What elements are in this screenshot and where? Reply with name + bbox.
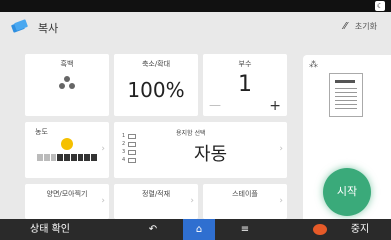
color-mode-tile[interactable]: 흑백 (25, 54, 109, 116)
chevron-right-icon: › (279, 144, 283, 154)
chevron-right-icon: › (101, 195, 105, 206)
chevron-right-icon: › (279, 195, 283, 206)
paper-tray-label: 용지함 선택 (176, 130, 206, 137)
bottom-bar: 상태 확인 ↶ ⌂ ≡ 중지 (0, 219, 391, 240)
zoom-value: 100% (127, 78, 185, 102)
start-button[interactable]: 시작 (323, 168, 371, 216)
sort-tile[interactable]: 정렬/적재 › (114, 184, 198, 219)
stop-icon[interactable] (313, 224, 327, 235)
menu-icon[interactable]: ≡ (232, 219, 258, 240)
stop-button[interactable]: 중지 (340, 219, 380, 240)
page-preview-icon (329, 73, 363, 117)
back-arrow-icon[interactable]: ↶ (140, 219, 166, 240)
density-label: 농도 (35, 128, 48, 136)
system-status-bar: ☾ (0, 0, 391, 12)
density-lightbulb-icon (61, 138, 73, 150)
reset-label: 초기화 (354, 21, 377, 31)
chevron-right-icon: › (101, 144, 105, 154)
staple-label: 스테이플 (232, 190, 258, 198)
paper-tray-value: 자동 (194, 144, 228, 165)
page-title: 복사 (38, 22, 59, 35)
copies-label: 부수 (238, 60, 252, 68)
copy-screen: 복사 ⁄⁄ 초기화 흑백 축소/확대 100% 부수 1 — + 농도 › 1 (0, 12, 391, 219)
night-mode-icon: ☾ (375, 1, 385, 11)
broom-icon: ⁄⁄ (343, 20, 347, 32)
paper-tray-tile[interactable]: 1 2 3 4 용지함 선택 자동 › (114, 122, 287, 178)
copies-tile: 부수 1 — + (203, 54, 287, 116)
duplex-label: 양면/모아찍기 (46, 190, 88, 198)
copy-icon (11, 19, 28, 33)
duplex-tile[interactable]: 양면/모아찍기 › (25, 184, 109, 219)
decrease-copies-button[interactable]: — (209, 98, 221, 112)
staple-tile[interactable]: 스테이플 › (203, 184, 287, 219)
copies-value[interactable]: 1 (203, 72, 287, 97)
paper-tray-icon: 1 2 3 4 (122, 132, 164, 170)
color-mode-label: 흑백 (60, 60, 74, 68)
status-check-button[interactable]: 상태 확인 (0, 219, 100, 240)
home-icon[interactable]: ⌂ (183, 219, 215, 240)
increase-copies-button[interactable]: + (269, 98, 281, 114)
density-tile[interactable]: 농도 › (25, 122, 109, 178)
sort-label: 정렬/적재 (141, 190, 171, 198)
black-white-icon: ⁂ (309, 60, 318, 70)
zoom-tile[interactable]: 축소/확대 100% (114, 54, 198, 116)
zoom-label: 축소/확대 (141, 60, 171, 68)
reset-button[interactable]: ⁄⁄ 초기화 (344, 18, 377, 34)
black-white-icon (59, 76, 75, 90)
chevron-right-icon: › (190, 195, 194, 206)
density-level-bar (37, 154, 98, 161)
header: 복사 ⁄⁄ 초기화 (0, 12, 391, 40)
